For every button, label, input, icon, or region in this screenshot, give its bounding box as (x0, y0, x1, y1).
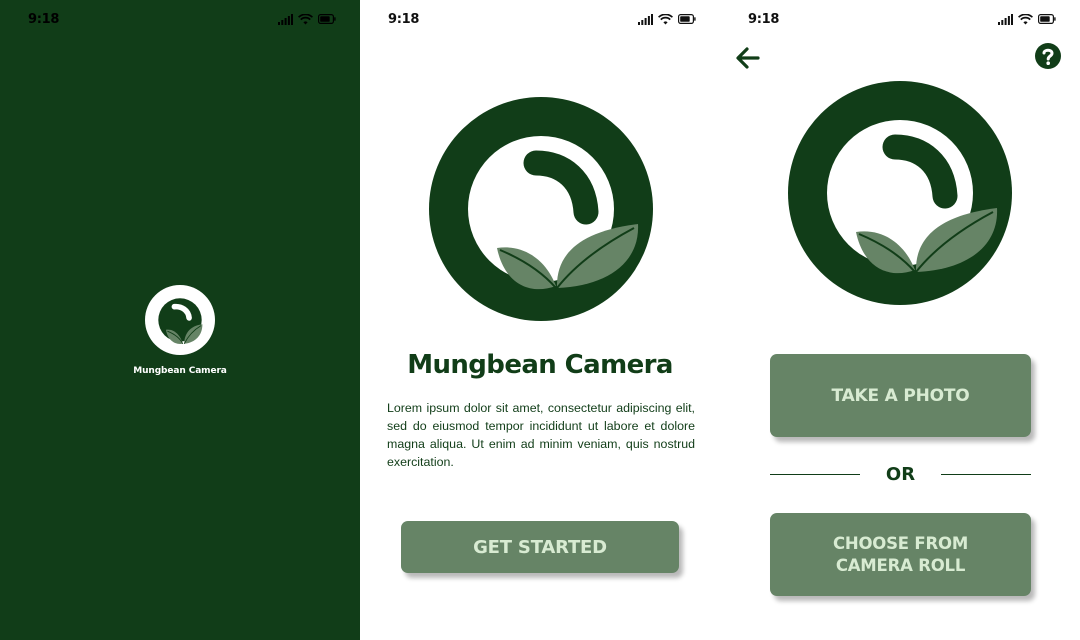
wifi-icon (298, 13, 313, 25)
signal-icon (278, 13, 293, 25)
button-label-line: CAMERA ROLL (835, 555, 966, 575)
app-logo (788, 81, 1012, 305)
status-icons (998, 12, 1056, 26)
app-logo (429, 97, 653, 321)
question-circle-icon (1035, 43, 1061, 69)
welcome-screen: 9:18 Mungbean Camera Lorem ipsum dolor s… (360, 0, 720, 640)
status-bar: 9:18 (0, 0, 360, 40)
battery-icon (678, 14, 696, 24)
status-time: 9:18 (28, 12, 60, 27)
splash-app-name: Mungbean Camera (133, 366, 227, 376)
wifi-icon (658, 13, 673, 25)
welcome-description: Lorem ipsum dolor sit amet, consectetur … (387, 401, 695, 469)
or-divider: OR (770, 462, 1031, 486)
page-title: Mungbean Camera (407, 350, 673, 380)
battery-icon (1038, 14, 1056, 24)
wifi-icon (1018, 13, 1033, 25)
app-logo (145, 285, 215, 355)
status-time: 9:18 (748, 12, 780, 27)
signal-icon (638, 13, 653, 25)
photo-source-screen: 9:18 TAKE A PHOTO OR CHOOSE FROM CAMERA … (720, 0, 1080, 640)
arrow-left-icon (736, 47, 760, 69)
get-started-button[interactable]: GET STARTED (401, 521, 679, 573)
back-button[interactable] (734, 44, 762, 72)
app-flow: 9:18 Mungbean Camera 9:18 Mungbean Camer… (0, 0, 1080, 640)
divider-line (941, 474, 1031, 475)
choose-from-camera-roll-button[interactable]: CHOOSE FROM CAMERA ROLL (770, 513, 1031, 596)
battery-icon (318, 14, 336, 24)
signal-icon (998, 13, 1013, 25)
status-bar: 9:18 (720, 0, 1080, 40)
help-button[interactable] (1035, 43, 1061, 69)
splash-screen: 9:18 Mungbean Camera (0, 0, 360, 640)
status-icons (638, 12, 696, 26)
status-icons (278, 12, 336, 26)
button-label-line: CHOOSE FROM (832, 533, 969, 553)
take-photo-button[interactable]: TAKE A PHOTO (770, 354, 1031, 437)
status-bar: 9:18 (360, 0, 720, 40)
status-time: 9:18 (388, 12, 420, 27)
